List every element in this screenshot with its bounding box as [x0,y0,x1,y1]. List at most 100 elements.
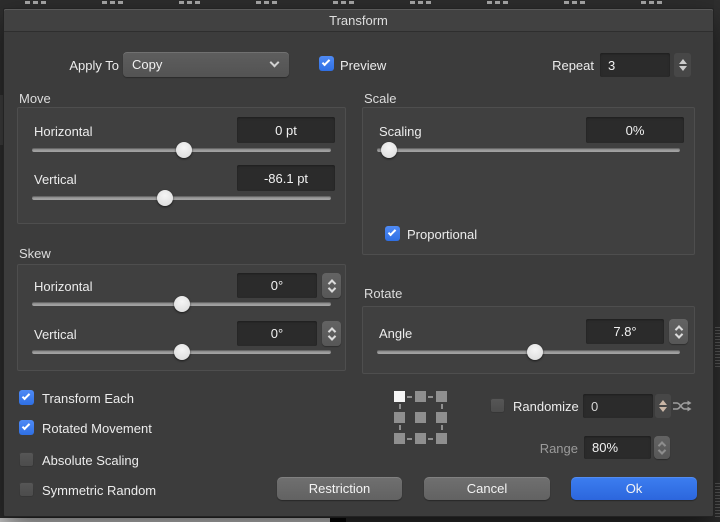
angle-stepper[interactable] [669,319,688,344]
anchor-cell-middle-right[interactable] [436,412,447,423]
apply-to-value: Copy [132,57,162,72]
apply-to-select[interactable]: Copy [123,52,289,77]
skew-horizontal-stepper[interactable] [322,273,341,298]
move-group-box: Horizontal 0 pt Vertical -86.1 pt [17,107,346,224]
skew-vertical-stepper[interactable] [322,321,341,346]
repeat-stepper[interactable] [674,53,691,77]
check-icon [22,391,30,399]
anchor-cell-top-center[interactable] [415,391,426,402]
triangle-up-icon [659,400,667,405]
transform-each-checkbox[interactable] [19,390,34,405]
slider-thumb[interactable] [174,296,190,312]
range-label: Range [514,441,578,456]
anchor-cell-top-left[interactable] [394,391,405,402]
skew-group-box: Horizontal 0° Vertical 0° [17,264,346,371]
randomize-stepper[interactable] [655,394,671,418]
angle-input[interactable]: 7.8° [586,319,664,344]
scale-group-box: Scaling 0% Proportional [362,107,695,255]
anchor-dash [441,425,443,430]
randomize-input[interactable]: 0 [583,394,653,418]
move-vertical-label: Vertical [34,172,77,187]
shuffle-button[interactable] [672,399,692,413]
absolute-scaling-label: Absolute Scaling [42,453,139,468]
skew-horizontal-input[interactable]: 0° [237,273,317,298]
move-horizontal-label: Horizontal [34,124,93,139]
skew-vertical-input[interactable]: 0° [237,321,317,346]
move-horizontal-slider[interactable] [32,142,331,158]
anchor-dash [441,404,443,409]
slider-track[interactable] [377,148,680,152]
repeat-label: Repeat [524,58,594,73]
panel-hatch [715,325,720,367]
slider-thumb[interactable] [527,344,543,360]
rotated-movement-label: Rotated Movement [42,421,152,436]
proportional-label: Proportional [407,227,477,242]
anchor-dash [399,425,401,430]
move-horizontal-input[interactable]: 0 pt [237,117,335,143]
ok-button[interactable]: Ok [571,477,697,500]
anchor-dash [399,404,401,409]
ruler-tick-marks [25,1,720,4]
skew-horizontal-slider[interactable] [32,296,331,312]
scale-section-title: Scale [364,91,397,106]
skew-vertical-slider[interactable] [32,344,331,360]
scaling-label: Scaling [379,124,422,139]
slider-thumb[interactable] [176,142,192,158]
slider-thumb[interactable] [157,190,173,206]
transform-dialog: Transform Apply To Copy Preview Repeat 3… [3,8,714,517]
rotated-movement-checkbox[interactable] [19,420,34,435]
symmetric-random-label: Symmetric Random [42,483,156,498]
anchor-cell-middle-left[interactable] [394,412,405,423]
check-icon [22,421,30,429]
randomize-checkbox[interactable] [490,398,505,413]
randomize-label: Randomize [513,399,579,414]
move-section-title: Move [19,91,51,106]
angle-label: Angle [379,326,412,341]
cancel-button[interactable]: Cancel [424,477,550,500]
repeat-input[interactable]: 3 [600,53,670,77]
background-gap [330,518,346,522]
anchor-dash [428,438,433,440]
anchor-dash [407,438,412,440]
background-bottom-edge [0,517,720,522]
slider-thumb[interactable] [381,142,397,158]
symmetric-random-checkbox[interactable] [19,482,34,497]
chevron-down-icon [270,58,280,68]
range-input[interactable]: 80% [584,436,651,459]
apply-to-label: Apply To [34,58,119,73]
skew-vertical-label: Vertical [34,327,77,342]
anchor-cell-bottom-center[interactable] [415,433,426,444]
check-icon [322,57,330,65]
rotate-section-title: Rotate [364,286,402,301]
absolute-scaling-checkbox[interactable] [19,452,34,467]
anchor-dash [407,396,412,398]
skew-horizontal-label: Horizontal [34,279,93,294]
anchor-point-grid [394,391,447,444]
move-vertical-slider[interactable] [32,190,331,206]
slider-track[interactable] [32,196,331,200]
anchor-cell-center[interactable] [415,412,426,423]
restriction-button[interactable]: Restriction [277,477,402,500]
slider-thumb[interactable] [174,344,190,360]
range-stepper[interactable] [654,436,670,459]
check-icon [388,227,396,235]
proportional-checkbox[interactable] [385,226,400,241]
shuffle-icon [672,399,692,413]
anchor-dash [428,396,433,398]
dialog-title: Transform [4,9,713,32]
anchor-cell-bottom-right[interactable] [436,433,447,444]
dialog-titlebar[interactable]: Transform [4,9,713,32]
anchor-cell-top-right[interactable] [436,391,447,402]
triangle-down-icon [659,407,667,412]
move-vertical-input[interactable]: -86.1 pt [237,165,335,191]
triangle-down-icon [679,66,687,71]
screen: Transform Apply To Copy Preview Repeat 3… [0,0,720,522]
scaling-input[interactable]: 0% [586,117,684,143]
scaling-slider[interactable] [377,142,680,158]
skew-section-title: Skew [19,246,51,261]
angle-slider[interactable] [377,344,680,360]
rotate-group-box: Angle 7.8° [362,306,695,374]
anchor-cell-bottom-left[interactable] [394,433,405,444]
preview-checkbox[interactable] [319,56,334,71]
preview-label: Preview [340,58,386,73]
